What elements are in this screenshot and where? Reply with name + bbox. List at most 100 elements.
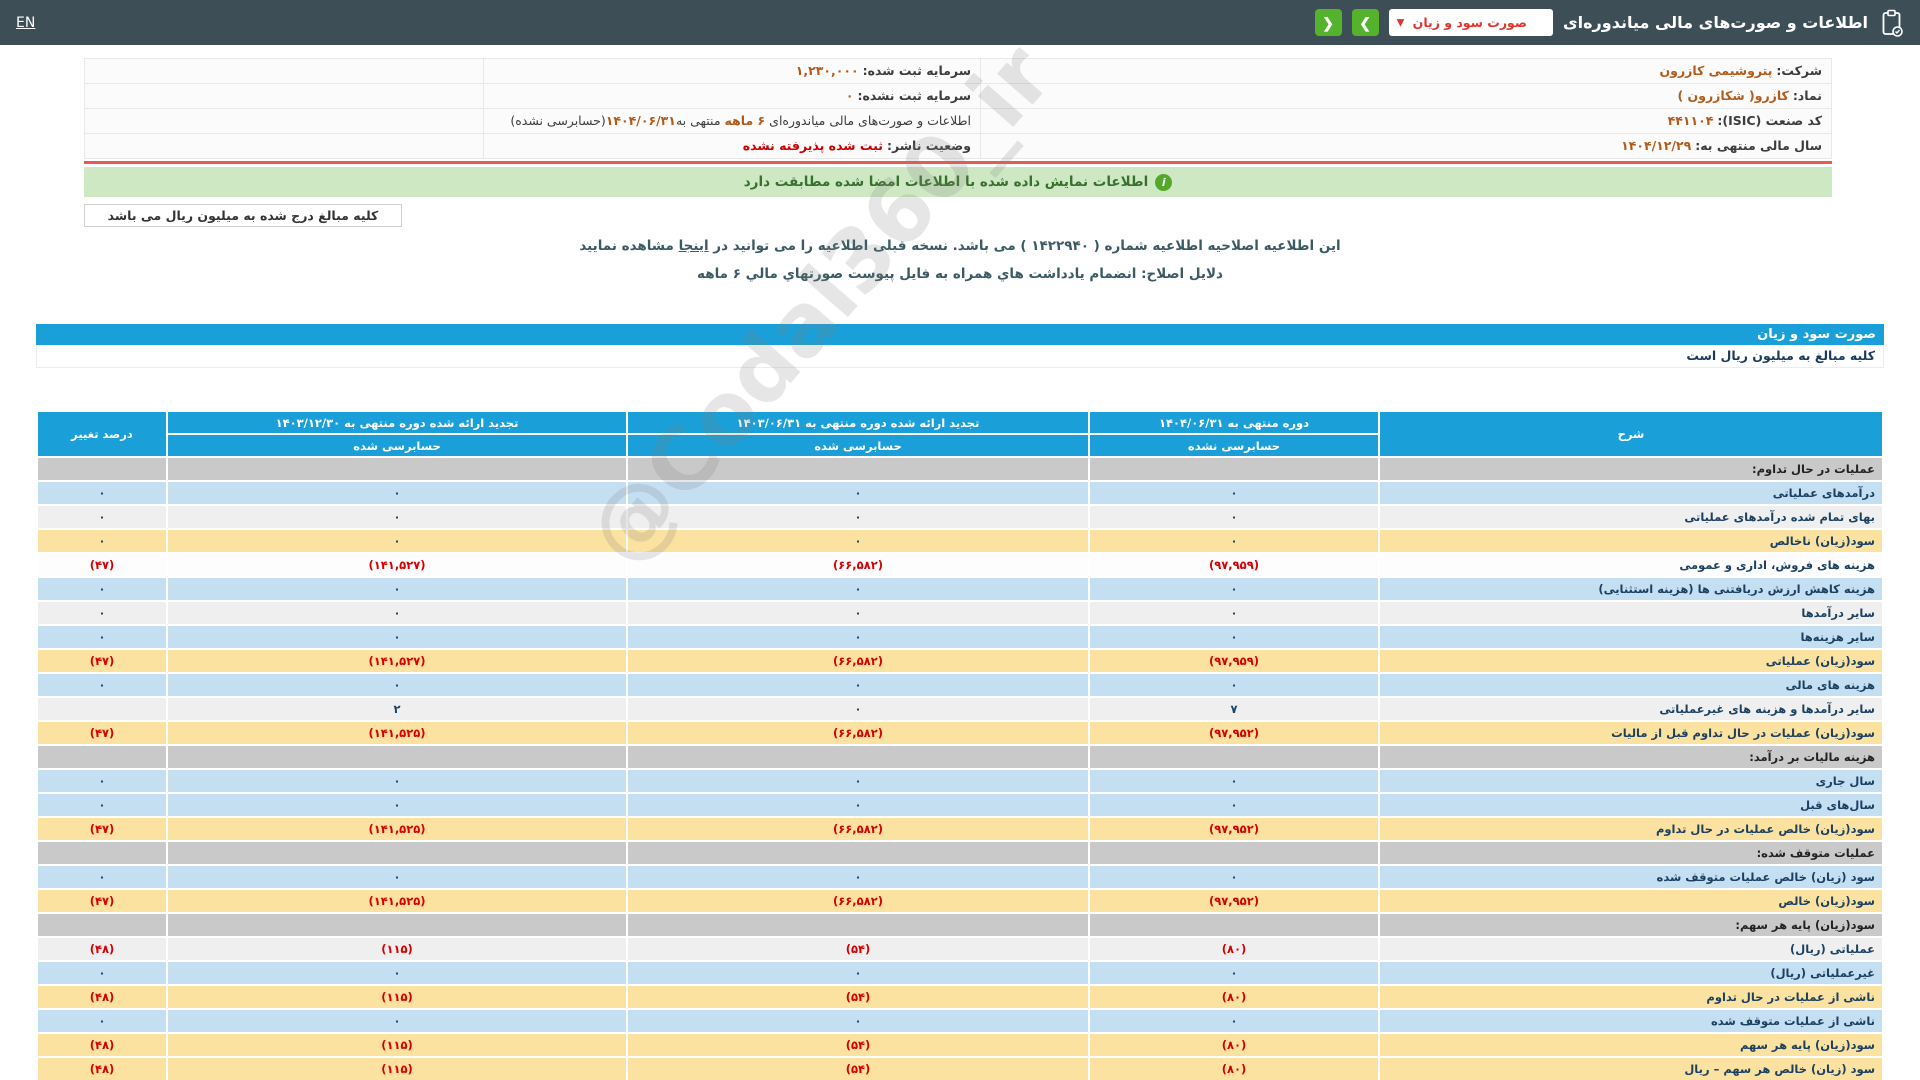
- table-row: سود(زیان) عملیات در حال تداوم قبل از مال…: [38, 722, 1882, 744]
- table-row: عملیاتی (ریال)(۸۰)(۵۴)(۱۱۵)(۴۸): [38, 938, 1882, 960]
- isic-label: کد صنعت (ISIC):: [1717, 113, 1822, 128]
- value-cell: ۰: [38, 794, 166, 816]
- value-cell: ۰: [628, 482, 1088, 504]
- symbol-row: نماد: کازرو( شکازرون ): [981, 84, 1832, 109]
- section-row: عملیات متوقف شده:: [38, 842, 1882, 864]
- value-cell: (۱۴۱,۵۲۵): [168, 890, 626, 912]
- value-cell: [38, 698, 166, 720]
- value-cell: (۸۰): [1090, 1058, 1378, 1080]
- section-label-cell: هزینه مالیات بر درآمد:: [1380, 746, 1882, 768]
- statement-type-selected: صورت سود و زیان: [1413, 15, 1527, 30]
- table-row: هزینه های مالی۰۰۰۰: [38, 674, 1882, 696]
- value-cell: ۰: [38, 1010, 166, 1032]
- amendment-notice: این اطلاعیه اصلاحیه اطلاعیه شماره ( ۱۴۲۲…: [0, 238, 1920, 254]
- section-cell: [1090, 842, 1378, 864]
- table-row: سایر درآمدها و هزینه های غیرعملیاتی۷۰۲: [38, 698, 1882, 720]
- table-row: سود(زیان) پایه هر سهم(۸۰)(۵۴)(۱۱۵)(۴۸): [38, 1034, 1882, 1056]
- value-cell: (۹۷,۹۵۹): [1090, 650, 1378, 672]
- table-row: سال جاری۰۰۰۰: [38, 770, 1882, 792]
- value-cell: ۰: [1090, 626, 1378, 648]
- value-cell: (۶۶,۵۸۲): [628, 554, 1088, 576]
- amounts-note-box: کلیه مبالغ درج شده به میلیون ریال می باش…: [84, 204, 402, 227]
- value-cell: (۱۴۱,۵۲۷): [168, 650, 626, 672]
- table-row: سایر درآمدها۰۰۰۰: [38, 602, 1882, 624]
- value-cell: (۴۷): [38, 890, 166, 912]
- publisher-status-row: وضعیت ناشر: ثبت شده پذیرفته نشده: [484, 134, 981, 159]
- row-label-cell: سود(زیان) پایه هر سهم: [1380, 1034, 1882, 1056]
- value-cell: ۰: [168, 530, 626, 552]
- row-label-cell: سال‌های قبل: [1380, 794, 1882, 816]
- table-row: درآمدهای عملیاتی۰۰۰۰: [38, 482, 1882, 504]
- value-cell: (۴۸): [38, 938, 166, 960]
- period-suffix: (حسابرسی نشده): [510, 113, 605, 128]
- section-cell: [38, 842, 166, 864]
- profit-loss-table: شرح دوره منتهی به ۱۴۰۴/۰۶/۳۱ تجدید ارائه…: [36, 410, 1884, 1080]
- section-cell: [1090, 458, 1378, 480]
- row-label-cell: سود(زیان) خالص عملیات در حال تداوم: [1380, 818, 1882, 840]
- previous-version-link[interactable]: اینجا: [679, 238, 709, 254]
- value-cell: ۰: [628, 506, 1088, 528]
- value-cell: ۰: [38, 770, 166, 792]
- amendment-text-before: این اطلاعیه اصلاحیه اطلاعیه شماره ( ۱۴۲۲…: [709, 238, 1341, 254]
- table-row: غیرعملیاتی (ریال)۰۰۰۰: [38, 962, 1882, 984]
- table-row: سود (زیان) خالص هر سهم – ریال(۸۰)(۵۴)(۱۱…: [38, 1058, 1882, 1080]
- value-cell: (۴۷): [38, 554, 166, 576]
- header-percent-change: درصد تغییر: [38, 412, 166, 456]
- table-row: سود(زیان) عملیاتی(۹۷,۹۵۹)(۶۶,۵۸۲)(۱۴۱,۵۲…: [38, 650, 1882, 672]
- value-cell: ۰: [168, 866, 626, 888]
- section-row: سود(زیان) پایه هر سهم:: [38, 914, 1882, 936]
- fiscal-year-label: سال مالی منتهی به:: [1695, 138, 1822, 153]
- value-cell: ۷: [1090, 698, 1378, 720]
- row-label-cell: هزینه های مالی: [1380, 674, 1882, 696]
- value-cell: ۰: [38, 962, 166, 984]
- section-cell: [628, 746, 1088, 768]
- value-cell: (۵۴): [628, 938, 1088, 960]
- period-middle: منتهی به: [676, 113, 725, 128]
- unregistered-capital-label: سرمایه ثبت نشده:: [857, 88, 971, 103]
- value-cell: (۵۴): [628, 1058, 1088, 1080]
- section-cell: [38, 746, 166, 768]
- pl-table-body: عملیات در حال تداوم:درآمدهای عملیاتی۰۰۰۰…: [38, 458, 1882, 1080]
- fiscal-year-value: ۱۴۰۴/۱۲/۲۹: [1621, 138, 1691, 153]
- row-label-cell: عملیاتی (ریال): [1380, 938, 1882, 960]
- value-cell: ۰: [38, 578, 166, 600]
- value-cell: ۰: [38, 674, 166, 696]
- next-statement-button[interactable]: ❯: [1352, 9, 1379, 36]
- value-cell: ۰: [168, 962, 626, 984]
- row-label-cell: درآمدهای عملیاتی: [1380, 482, 1882, 504]
- value-cell: ۰: [38, 530, 166, 552]
- top-bar: اطلاعات و صورت‌های مالی میاندوره‌ای صورت…: [0, 0, 1920, 45]
- table-row: هزینه های فروش، اداری و عمومی(۹۷,۹۵۹)(۶۶…: [38, 554, 1882, 576]
- period-months: ۶ ماهه: [725, 113, 766, 128]
- row-label-cell: سایر هزینه‌ها: [1380, 626, 1882, 648]
- value-cell: ۰: [628, 698, 1088, 720]
- value-cell: (۶۶,۵۸۲): [628, 650, 1088, 672]
- section-cell: [168, 842, 626, 864]
- amendment-reason: دلایل اصلاح: انضمام یادداشت هاي همراه به…: [0, 266, 1920, 282]
- value-cell: ۰: [1090, 770, 1378, 792]
- statement-type-dropdown[interactable]: صورت سود و زیان ▼: [1389, 9, 1553, 36]
- value-cell: ۰: [1090, 530, 1378, 552]
- row-label-cell: بهای تمام شده درآمدهای عملیاتی: [1380, 506, 1882, 528]
- value-cell: ۰: [628, 530, 1088, 552]
- value-cell: (۴۸): [38, 1058, 166, 1080]
- value-cell: ۰: [168, 602, 626, 624]
- value-cell: (۴۷): [38, 650, 166, 672]
- section-cell: [168, 458, 626, 480]
- row-label-cell: هزینه کاهش ارزش دریافتنی ها (هزینه استثن…: [1380, 578, 1882, 600]
- section-cell: [38, 458, 166, 480]
- fiscal-year-row: سال مالی منتهی به: ۱۴۰۴/۱۲/۲۹: [981, 134, 1832, 159]
- company-row: شرکت: پتروشیمی کازرون: [981, 59, 1832, 84]
- table-row: سود (زیان) خالص عملیات متوقف شده۰۰۰۰: [38, 866, 1882, 888]
- value-cell: ۰: [628, 626, 1088, 648]
- isic-row: کد صنعت (ISIC): ۴۴۱۱۰۴: [981, 109, 1832, 134]
- unregistered-capital-row: سرمایه ثبت نشده: ۰: [484, 84, 981, 109]
- language-toggle-en[interactable]: EN: [16, 15, 35, 31]
- value-cell: (۸۰): [1090, 1034, 1378, 1056]
- value-cell: ۰: [628, 794, 1088, 816]
- registered-capital-value: ۱,۲۳۰,۰۰۰: [796, 63, 859, 78]
- prev-statement-button[interactable]: ❮: [1315, 9, 1342, 36]
- value-cell: (۴۸): [38, 1034, 166, 1056]
- page-title: اطلاعات و صورت‌های مالی میاندوره‌ای: [1563, 13, 1868, 32]
- value-cell: ۰: [38, 482, 166, 504]
